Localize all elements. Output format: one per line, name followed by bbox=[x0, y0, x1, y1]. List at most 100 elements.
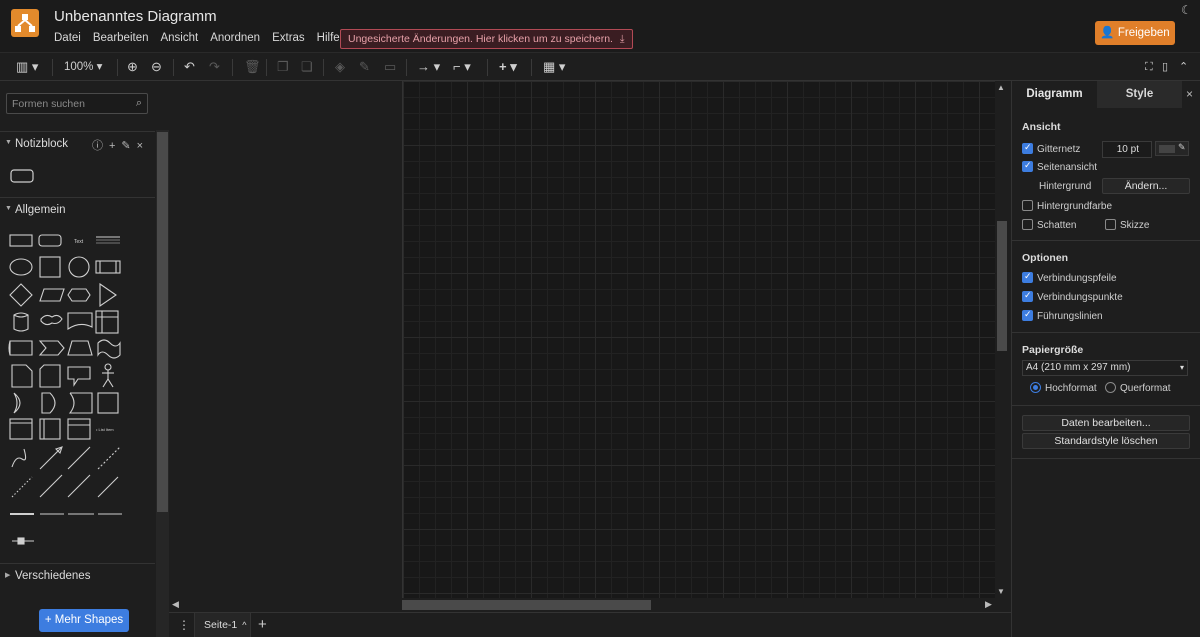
papiergroesse-heading: Papiergröße bbox=[1022, 344, 1084, 356]
gitternetz-option[interactable]: Gitternetz bbox=[1022, 142, 1080, 157]
skizze-checkbox[interactable] bbox=[1105, 219, 1116, 230]
diagram-title[interactable]: Unbenanntes Diagramm bbox=[54, 8, 217, 25]
seitenansicht-checkbox[interactable] bbox=[1022, 160, 1033, 172]
collapse-icon[interactable]: ⌃ bbox=[1179, 58, 1188, 76]
section-notizblock[interactable]: ▼ Notizblock ⓘ+✎× bbox=[0, 131, 155, 155]
section-verschiedenes[interactable]: ▶ Verschiedenes bbox=[0, 563, 155, 587]
pencil-icon: ✎ bbox=[1178, 142, 1186, 152]
chevron-up-icon[interactable]: ^ bbox=[242, 620, 246, 630]
vertical-scrollbar[interactable]: ▲ ▼ bbox=[995, 81, 1009, 598]
insert-icon[interactable]: + ▾ bbox=[499, 58, 517, 76]
notizblock-actions[interactable]: ⓘ+✎× bbox=[92, 137, 149, 153]
line-color-icon[interactable]: ✎ bbox=[359, 58, 370, 76]
hochformat-radio[interactable] bbox=[1030, 382, 1041, 393]
querformat-option[interactable]: Querformat bbox=[1105, 382, 1171, 396]
hintergrundfarbe-option[interactable]: Hintergrundfarbe bbox=[1022, 200, 1112, 214]
hintergrund-label: Hintergrund bbox=[1039, 181, 1092, 192]
close-icon[interactable]: × bbox=[1186, 87, 1193, 101]
clear-default-style-button[interactable]: Standardstyle löschen bbox=[1022, 433, 1190, 449]
scroll-up-icon[interactable]: ▲ bbox=[997, 83, 1005, 92]
sidebar-scroll-thumb[interactable] bbox=[157, 132, 168, 512]
menu-hilfe[interactable]: Hilfe bbox=[317, 32, 340, 44]
horizontal-scroll-thumb[interactable] bbox=[402, 600, 651, 610]
page-area[interactable] bbox=[402, 81, 997, 598]
seitenansicht-option[interactable]: Seitenansicht bbox=[1022, 160, 1097, 175]
view-panels-icon[interactable]: ▥ ▾ bbox=[16, 58, 38, 76]
hintergrundfarbe-checkbox[interactable] bbox=[1022, 200, 1033, 211]
undo-icon[interactable]: ↶ bbox=[184, 58, 195, 76]
scratchpad-shape[interactable] bbox=[10, 169, 34, 183]
table-icon[interactable]: ▦ ▾ bbox=[543, 58, 565, 76]
vertical-scroll-thumb[interactable] bbox=[997, 221, 1007, 351]
fuehrungslinien-option[interactable]: Führungslinien bbox=[1022, 309, 1103, 324]
dark-mode-icon[interactable]: ☾ bbox=[1181, 3, 1192, 17]
gitternetz-checkbox[interactable] bbox=[1022, 142, 1033, 154]
zoom-out-icon[interactable]: ⊖ bbox=[151, 58, 162, 76]
page-tab[interactable]: Seite-1 ^ bbox=[194, 613, 251, 637]
verbindungspunkte-option[interactable]: Verbindungspunkte bbox=[1022, 290, 1123, 305]
tab-style[interactable]: Style bbox=[1097, 81, 1182, 108]
menu-bar: Datei Bearbeiten Ansicht Anordnen Extras… bbox=[54, 32, 352, 44]
menu-anordnen[interactable]: Anordnen bbox=[210, 32, 260, 44]
verbindungspfeile-checkbox[interactable] bbox=[1022, 271, 1033, 283]
to-back-icon[interactable]: ❏ bbox=[301, 58, 313, 76]
add-page-icon[interactable]: + bbox=[258, 616, 267, 633]
zoom-in-icon[interactable]: ⊕ bbox=[127, 58, 138, 76]
format-panel-icon[interactable]: ▯ bbox=[1162, 58, 1168, 76]
shapes-sidebar: Formen suchen ⌕ ▼ Notizblock ⓘ+✎× ▼ Allg… bbox=[0, 81, 169, 637]
shadow-icon[interactable]: ▭ bbox=[384, 58, 396, 76]
to-front-icon[interactable]: ❐ bbox=[277, 58, 289, 76]
zoom-dropdown[interactable]: 100% ▾ bbox=[64, 58, 102, 76]
waypoints-icon[interactable]: ⌐ ▾ bbox=[453, 58, 471, 76]
expand-triangle-icon: ▼ bbox=[5, 205, 12, 212]
verbindungspunkte-checkbox[interactable] bbox=[1022, 290, 1033, 302]
scroll-down-icon[interactable]: ▼ bbox=[997, 587, 1005, 596]
fill-color-icon[interactable]: ◈ bbox=[335, 58, 345, 76]
delete-icon[interactable]: 🗑 bbox=[244, 58, 261, 76]
grid-color-swatch bbox=[1159, 145, 1175, 153]
redo-icon[interactable]: ↷ bbox=[209, 58, 220, 76]
sidebar-scrollbar[interactable] bbox=[156, 130, 169, 637]
expand-triangle-icon: ▼ bbox=[5, 139, 12, 146]
change-background-button[interactable]: Ändern... bbox=[1102, 178, 1190, 194]
scroll-left-icon[interactable]: ◀ bbox=[172, 599, 179, 610]
unsaved-changes-notice[interactable]: Ungesicherte Änderungen. Hier klicken um… bbox=[340, 29, 633, 49]
more-shapes-button[interactable]: + Mehr Shapes bbox=[39, 609, 129, 632]
plus-icon: + bbox=[44, 614, 52, 626]
menu-ansicht[interactable]: Ansicht bbox=[160, 32, 198, 44]
fuehrungslinien-checkbox[interactable] bbox=[1022, 309, 1033, 321]
general-shapes-grid[interactable]: Text • List Item bbox=[6, 229, 126, 549]
drawio-logo-icon bbox=[15, 14, 35, 32]
grid-size-input[interactable]: 10 pt bbox=[1102, 141, 1152, 158]
user-icon: 👤 bbox=[1100, 27, 1115, 39]
skizze-option[interactable]: Skizze bbox=[1105, 219, 1149, 233]
menu-bearbeiten[interactable]: Bearbeiten bbox=[93, 32, 149, 44]
pages-menu-icon[interactable]: ⋮ bbox=[178, 618, 190, 632]
grid-color-button[interactable]: ✎ bbox=[1155, 141, 1189, 156]
scroll-right-icon[interactable]: ▶ bbox=[985, 599, 992, 610]
hochformat-option[interactable]: Hochformat bbox=[1030, 382, 1097, 396]
chevron-down-icon: ▾ bbox=[1179, 363, 1184, 372]
collapse-triangle-icon: ▶ bbox=[5, 572, 11, 579]
search-input[interactable]: Formen suchen ⌕ bbox=[6, 93, 148, 114]
horizontal-scrollbar[interactable]: ◀ ▶ bbox=[169, 598, 997, 612]
tab-diagramm[interactable]: Diagramm bbox=[1012, 81, 1097, 108]
search-icon: ⌕ bbox=[135, 97, 142, 109]
paper-size-select[interactable]: A4 (210 mm x 297 mm) ▾ bbox=[1022, 360, 1188, 376]
verbindungspfeile-option[interactable]: Verbindungspfeile bbox=[1022, 271, 1117, 286]
querformat-radio[interactable] bbox=[1105, 382, 1116, 393]
connection-icon[interactable]: → ▾ bbox=[417, 58, 440, 76]
fullscreen-icon[interactable]: ⛶ bbox=[1145, 58, 1153, 76]
svg-text:Text: Text bbox=[74, 239, 84, 245]
diagram-canvas[interactable]: ▲ ▼ ◀ ▶ bbox=[169, 81, 1011, 612]
share-button[interactable]: 👤 Freigeben bbox=[1095, 21, 1175, 45]
menu-datei[interactable]: Datei bbox=[54, 32, 81, 44]
section-allgemein[interactable]: ▼ Allgemein bbox=[0, 197, 155, 221]
toolbar: ▥ ▾ 100% ▾ ⊕ ⊖ ↶ ↷ 🗑 ❐ ❏ ◈ ✎ ▭ → ▾ ⌐ ▾ +… bbox=[0, 52, 1200, 81]
menu-extras[interactable]: Extras bbox=[272, 32, 305, 44]
format-panel: Diagramm Style × Ansicht Gitternetz 10 p… bbox=[1011, 81, 1200, 637]
schatten-option[interactable]: Schatten bbox=[1022, 219, 1076, 233]
edit-data-button[interactable]: Daten bearbeiten... bbox=[1022, 415, 1190, 431]
schatten-checkbox[interactable] bbox=[1022, 219, 1033, 230]
optionen-heading: Optionen bbox=[1022, 252, 1069, 264]
